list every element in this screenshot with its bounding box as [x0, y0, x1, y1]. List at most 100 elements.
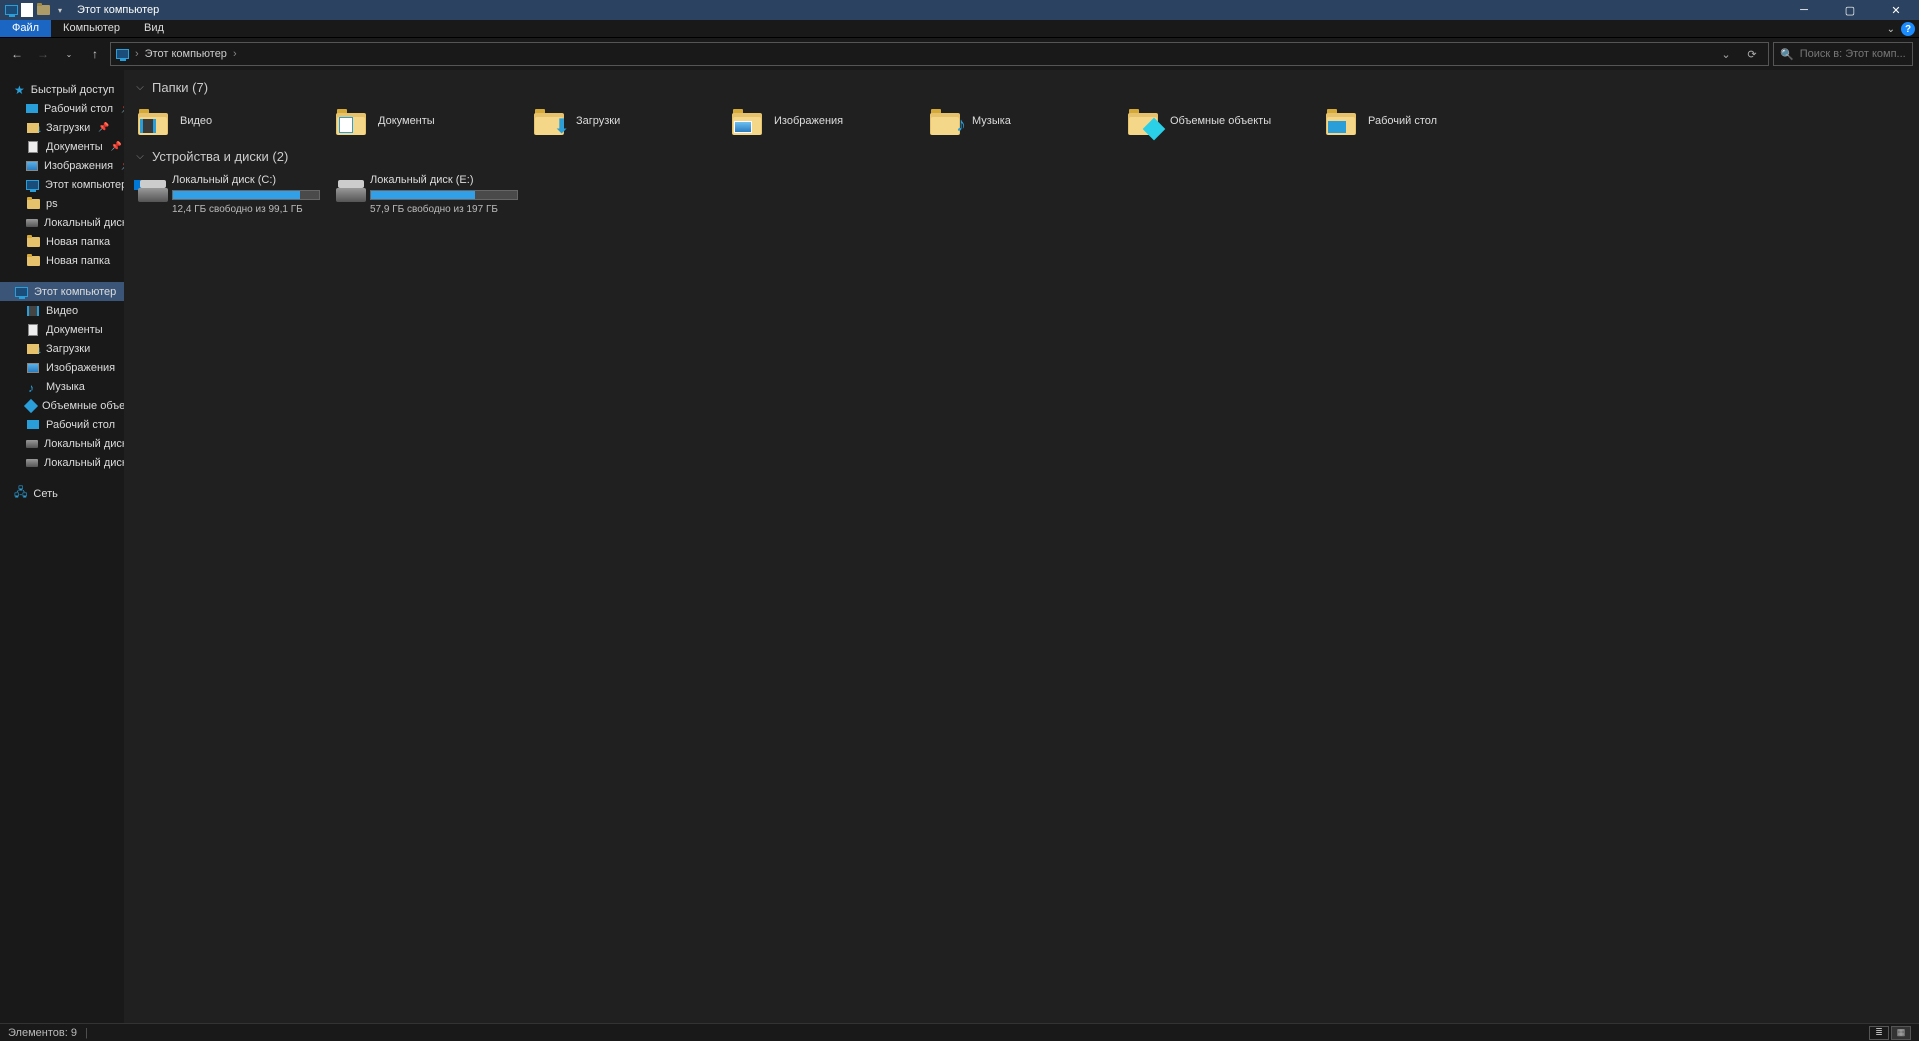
- drive-label: Локальный диск (E:): [370, 174, 518, 186]
- folder-label: Рабочий стол: [1368, 115, 1437, 127]
- tree-label: Сеть: [33, 488, 57, 500]
- search-box[interactable]: 🔍 Поиск в: Этот комп...: [1773, 42, 1913, 66]
- pic-icon: [26, 159, 38, 173]
- tree-label: Локальный диск (E: [44, 217, 124, 229]
- tree-label: Изображения: [46, 362, 115, 374]
- drive-usage-bar: [370, 190, 518, 200]
- tree-network[interactable]: 🖧 Сеть: [0, 484, 124, 503]
- address-bar[interactable]: › Этот компьютер › ⌄ ⟳: [110, 42, 1769, 66]
- folder-label: Изображения: [774, 115, 843, 127]
- help-icon[interactable]: ?: [1901, 22, 1915, 36]
- nav-toolbar: ← → ⌄ ↑ › Этот компьютер › ⌄ ⟳ 🔍 Поиск в…: [0, 38, 1919, 70]
- tree-label: Новая папка: [46, 236, 110, 248]
- tree-label: Рабочий стол: [44, 103, 113, 115]
- tree-label: Объемные объекты: [42, 400, 124, 412]
- drive-icon: [26, 456, 38, 470]
- group-folders-header[interactable]: ⌵ Папки (7): [130, 76, 1919, 101]
- folder-item[interactable]: ⬇ Загрузки: [526, 101, 724, 141]
- folder-label: Объемные объекты: [1170, 115, 1271, 127]
- tree-item[interactable]: Локальный диск (E: [0, 213, 124, 232]
- minimize-button[interactable]: ─: [1781, 0, 1827, 20]
- download-icon: [26, 121, 40, 135]
- tree-item[interactable]: Объемные объекты: [0, 396, 124, 415]
- folder-icon: [26, 254, 40, 268]
- maximize-button[interactable]: ▢: [1827, 0, 1873, 20]
- ribbon-expand-icon[interactable]: ⌄: [1887, 24, 1895, 35]
- group-title: Папки (7): [152, 80, 208, 95]
- content-pane: ⌵ Папки (7) Видео Документы ⬇ Загрузки: [124, 70, 1919, 1023]
- forward-button[interactable]: →: [32, 43, 54, 65]
- navigation-tree: ★ Быстрый доступ Рабочий стол 📌 Загрузки…: [0, 70, 124, 1023]
- drive-usage-bar: [172, 190, 320, 200]
- folder-item[interactable]: Рабочий стол: [1318, 101, 1516, 141]
- tree-item[interactable]: Изображения: [0, 358, 124, 377]
- folder-item[interactable]: Документы: [328, 101, 526, 141]
- tree-item[interactable]: Загрузки 📌: [0, 118, 124, 137]
- tree-item[interactable]: Рабочий стол: [0, 415, 124, 434]
- qat-dropdown-icon[interactable]: ▾: [53, 3, 67, 17]
- recent-dropdown-icon[interactable]: ⌄: [58, 43, 80, 65]
- refresh-icon[interactable]: ⟳: [1740, 43, 1764, 65]
- tree-item[interactable]: Загрузки: [0, 339, 124, 358]
- tree-item[interactable]: Видео: [0, 301, 124, 320]
- menu-view[interactable]: Вид: [132, 20, 176, 37]
- folder-label: Музыка: [972, 115, 1011, 127]
- drive-free-text: 57,9 ГБ свободно из 197 ГБ: [370, 204, 518, 215]
- folder-item[interactable]: Изображения: [724, 101, 922, 141]
- drive-item[interactable]: Локальный диск (C:) 12,4 ГБ свободно из …: [130, 170, 328, 219]
- folder-icon: ⬇: [534, 107, 566, 135]
- network-icon: 🖧: [14, 483, 27, 504]
- up-button[interactable]: ↑: [84, 43, 106, 65]
- tree-label: Изображения: [44, 160, 113, 172]
- chevron-right-icon[interactable]: ›: [135, 48, 139, 60]
- menu-computer[interactable]: Компьютер: [51, 20, 132, 37]
- qat-properties-icon[interactable]: [21, 3, 33, 17]
- tree-item[interactable]: Документы 📌: [0, 137, 124, 156]
- drive-icon: [138, 178, 162, 204]
- tree-item[interactable]: Локальный диск (E: [0, 453, 124, 472]
- tree-label: ps: [46, 198, 58, 210]
- tree-label: Документы: [46, 324, 103, 336]
- tree-item[interactable]: Этот компьютер: [0, 175, 124, 194]
- view-large-button[interactable]: ▦: [1891, 1026, 1911, 1040]
- folder-item[interactable]: Объемные объекты: [1120, 101, 1318, 141]
- tree-item[interactable]: Локальный диск (C: [0, 434, 124, 453]
- download-icon: [26, 342, 40, 356]
- tree-item[interactable]: Рабочий стол 📌: [0, 99, 124, 118]
- menu-file[interactable]: Файл: [0, 20, 51, 37]
- address-dropdown-icon[interactable]: ⌄: [1714, 43, 1738, 65]
- tree-label: Документы: [46, 141, 103, 153]
- tree-label: Музыка: [46, 381, 85, 393]
- folder-item[interactable]: Видео: [130, 101, 328, 141]
- pin-icon: 📌: [111, 141, 122, 152]
- folder-icon: [1128, 107, 1160, 135]
- address-location[interactable]: Этот компьютер: [145, 48, 227, 60]
- chevron-down-icon[interactable]: ⌵: [134, 151, 146, 162]
- tree-label: Локальный диск (E: [44, 457, 124, 469]
- chevron-down-icon[interactable]: ⌵: [134, 82, 146, 93]
- tree-item[interactable]: Изображения 📌: [0, 156, 124, 175]
- folder-icon: [26, 235, 40, 249]
- close-button[interactable]: ✕: [1873, 0, 1919, 20]
- qat-newfolder-icon[interactable]: [36, 3, 50, 17]
- drive-free-text: 12,4 ГБ свободно из 99,1 ГБ: [172, 204, 320, 215]
- drive-item[interactable]: Локальный диск (E:) 57,9 ГБ свободно из …: [328, 170, 526, 219]
- tree-label: Загрузки: [46, 122, 90, 134]
- monitor-icon: [14, 285, 28, 299]
- folder-icon: [1326, 107, 1358, 135]
- tree-label: Новая папка: [46, 255, 110, 267]
- tree-quick-access[interactable]: ★ Быстрый доступ: [0, 80, 124, 99]
- chevron-right-icon[interactable]: ›: [233, 48, 237, 60]
- status-item-count: Элементов: 9: [8, 1027, 77, 1039]
- tree-item[interactable]: ♪ Музыка: [0, 377, 124, 396]
- tree-label: Видео: [46, 305, 78, 317]
- folder-item[interactable]: ♪ Музыка: [922, 101, 1120, 141]
- group-drives-header[interactable]: ⌵ Устройства и диски (2): [130, 145, 1919, 170]
- back-button[interactable]: ←: [6, 43, 28, 65]
- view-details-button[interactable]: ≣: [1869, 1026, 1889, 1040]
- tree-item[interactable]: ps: [0, 194, 124, 213]
- tree-item[interactable]: Новая папка: [0, 251, 124, 270]
- tree-this-pc[interactable]: Этот компьютер: [0, 282, 124, 301]
- tree-item[interactable]: Документы: [0, 320, 124, 339]
- tree-item[interactable]: Новая папка: [0, 232, 124, 251]
